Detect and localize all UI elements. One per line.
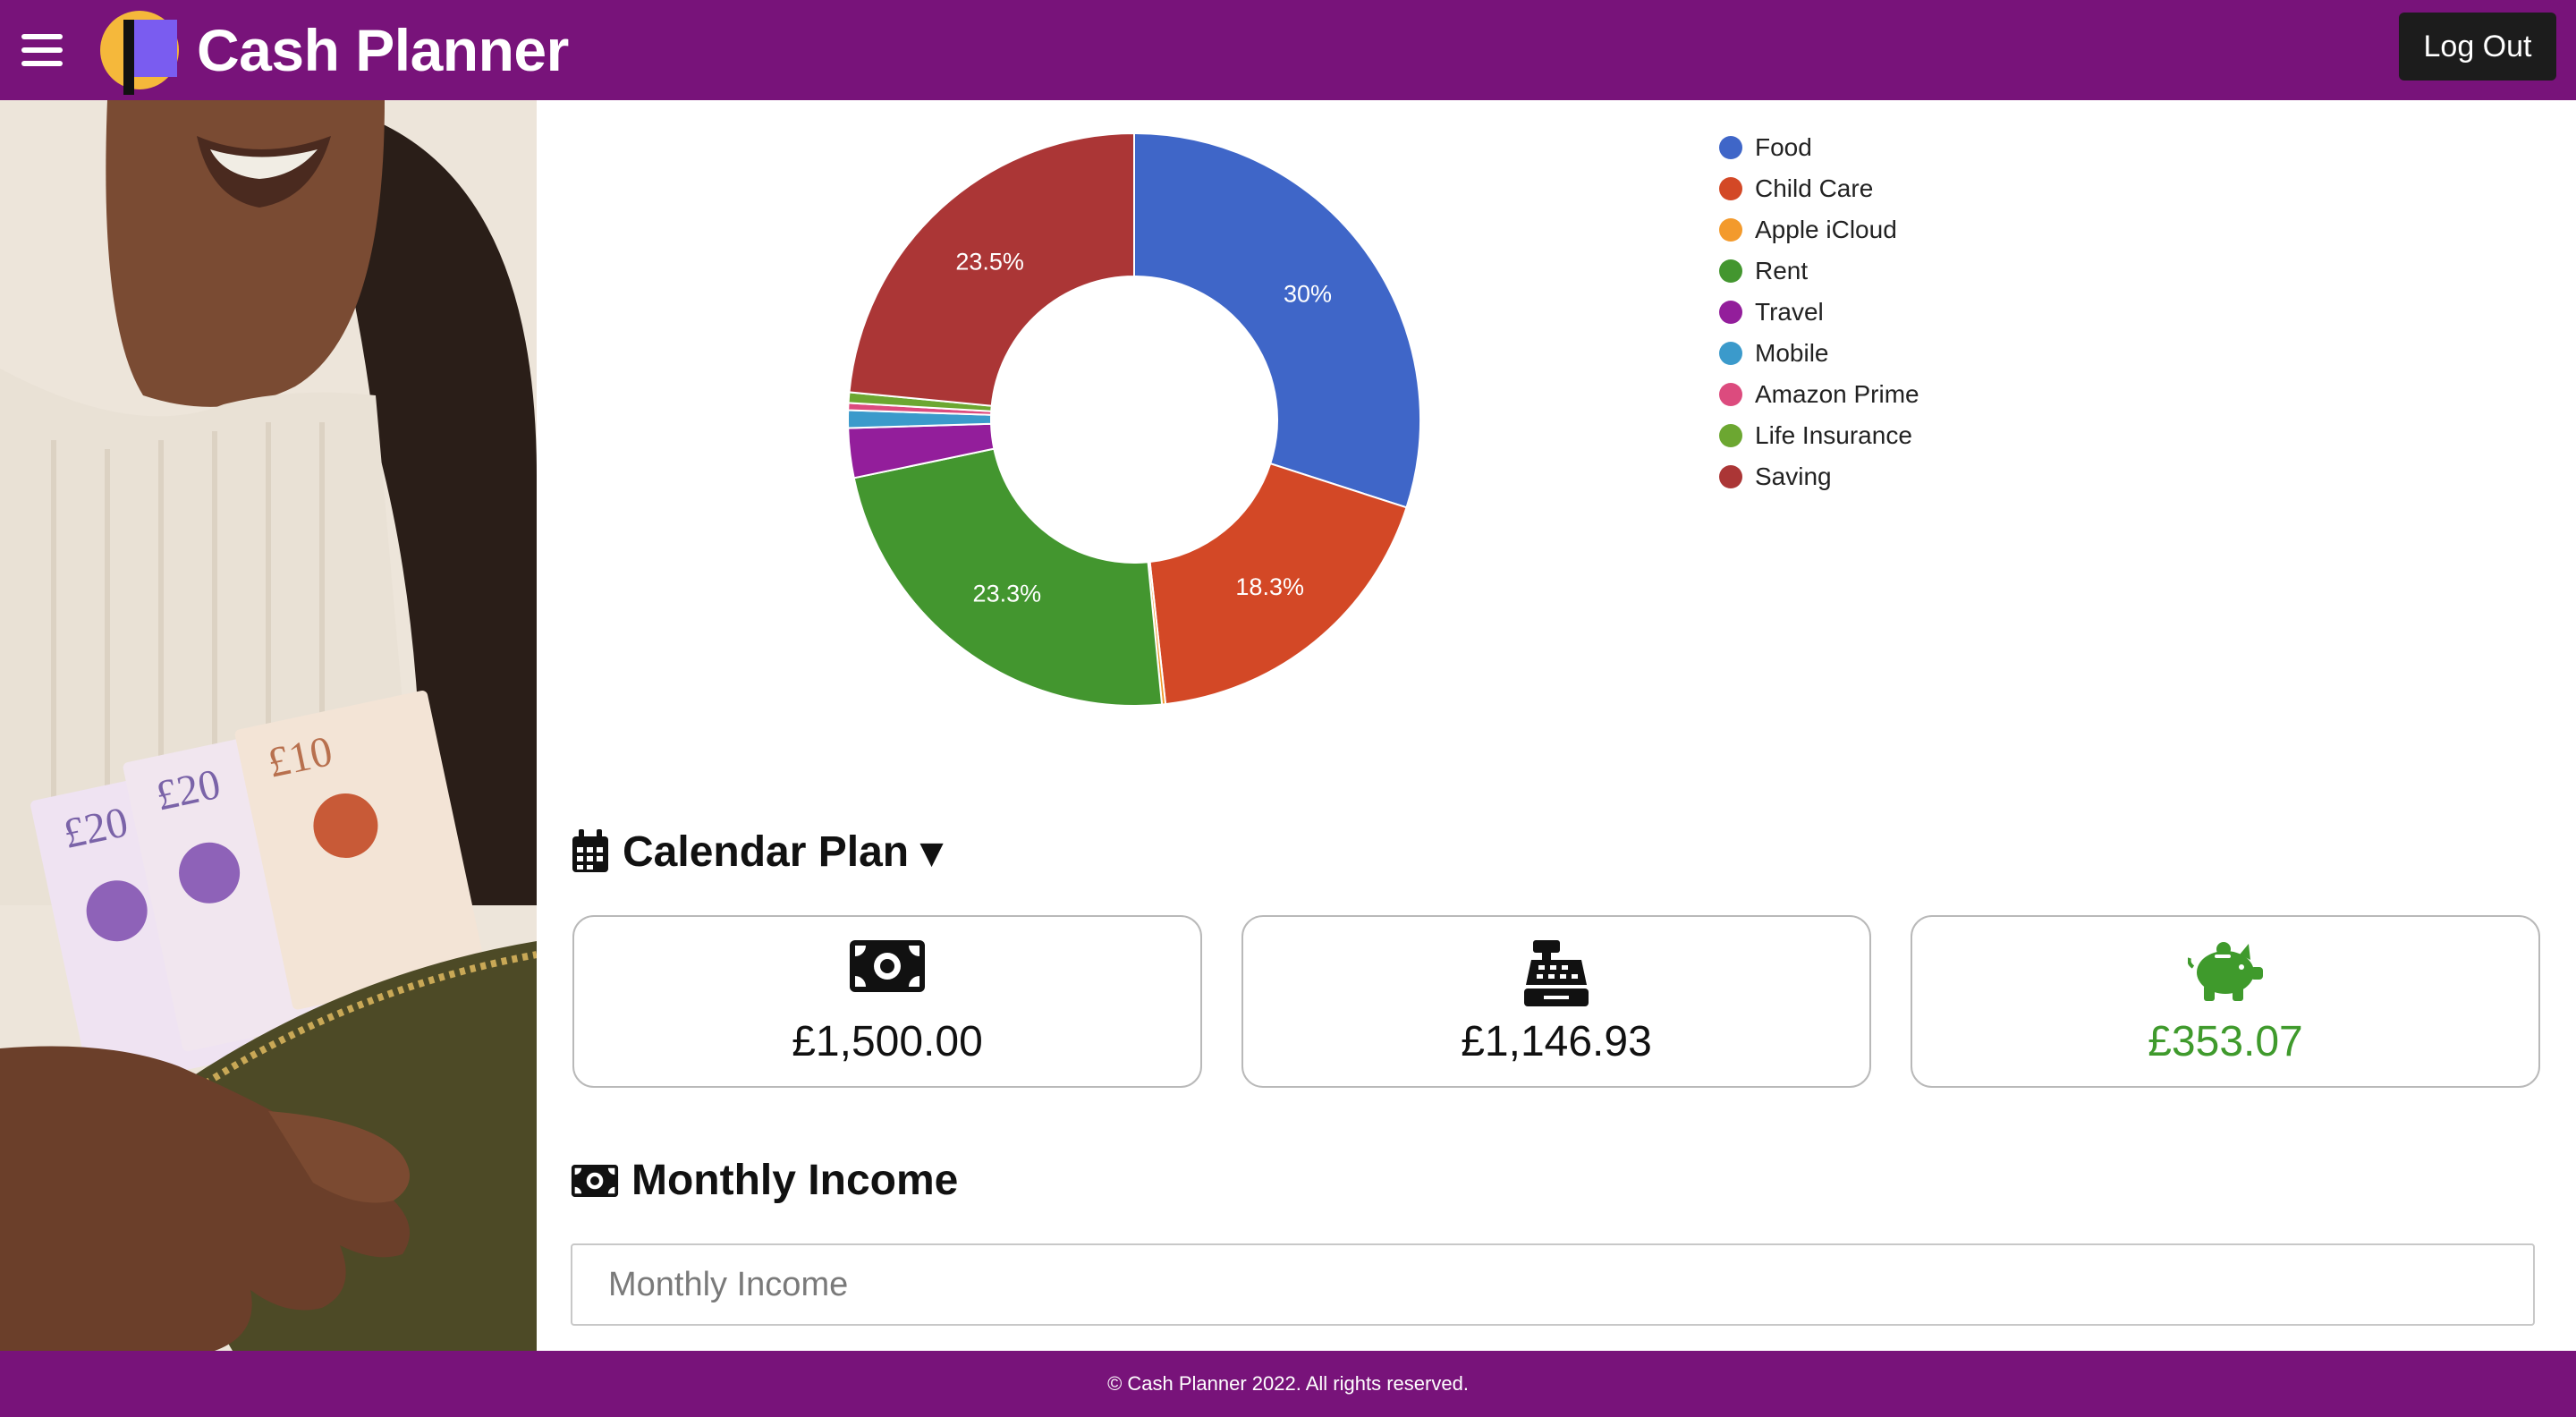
legend-color-dot <box>1719 424 1742 447</box>
legend-item-life-insurance[interactable]: Life Insurance <box>1717 415 1919 456</box>
main-content: 30% 18.3% 23.3% 23.5% Food Child Care Apple i… <box>537 100 2576 1351</box>
legend-item-mobile[interactable]: Mobile <box>1717 333 1919 374</box>
savings-card: £353.07 <box>1911 915 2540 1088</box>
legend-label: Food <box>1755 133 1812 161</box>
legend-item-apple-icloud[interactable]: Apple iCloud <box>1717 209 1919 250</box>
legend-label: Child Care <box>1755 174 1874 202</box>
income-card: £1,500.00 <box>572 915 1202 1088</box>
legend-item-travel[interactable]: Travel <box>1717 292 1919 333</box>
legend-item-amazon-prime[interactable]: Amazon Prime <box>1717 374 1919 415</box>
app-title: Cash Planner <box>197 17 569 83</box>
piggy-bank-icon <box>2188 942 2263 1001</box>
legend-item-saving[interactable]: Saving <box>1717 456 1919 497</box>
savings-total: £353.07 <box>2148 1018 2303 1065</box>
spending-card: £1,146.93 <box>1241 915 1871 1088</box>
legend-color-dot <box>1719 136 1742 159</box>
legend-color-dot <box>1719 342 1742 365</box>
legend-label: Mobile <box>1755 339 1829 367</box>
monthly-income-heading: Monthly Income <box>571 1156 958 1205</box>
donut-data-label: 18.3% <box>1235 573 1304 600</box>
legend-label: Saving <box>1755 462 1832 490</box>
hamburger-menu-icon[interactable] <box>21 25 72 75</box>
calendar-plan-heading[interactable]: Calendar Plan ▾ <box>571 827 943 877</box>
legend-label: Life Insurance <box>1755 421 1912 449</box>
legend-label: Rent <box>1755 257 1809 284</box>
legend-color-dot <box>1719 177 1742 200</box>
legend-color-dot <box>1719 218 1742 242</box>
spending-total: £1,146.93 <box>1461 1018 1652 1065</box>
donut-data-label: 23.5% <box>955 248 1024 275</box>
copyright-text: © Cash Planner 2022. All rights reserved… <box>1107 1372 1469 1395</box>
chart-legend: Food Child Care Apple iCloud Rent Travel Mobi… <box>1717 127 1919 497</box>
legend-color-dot <box>1719 301 1742 324</box>
legend-item-food[interactable]: Food <box>1717 127 1919 168</box>
legend-color-dot <box>1719 465 1742 488</box>
legend-item-child-care[interactable]: Child Care <box>1717 168 1919 209</box>
legend-item-rent[interactable]: Rent <box>1717 250 1919 292</box>
money-bill-icon <box>850 940 925 992</box>
cash-register-icon <box>1524 940 1589 1006</box>
income-total: £1,500.00 <box>792 1018 983 1065</box>
logo-icon <box>100 11 179 95</box>
footer: © Cash Planner 2022. All rights reserved… <box>0 1351 2576 1417</box>
legend-color-dot <box>1719 383 1742 406</box>
monthly-income-input[interactable] <box>571 1243 2535 1326</box>
hero-photo: £20 £20 £10 <box>0 100 537 1351</box>
monthly-income-title: Monthly Income <box>631 1157 959 1204</box>
donut-slice-food[interactable] <box>1133 132 1421 509</box>
legend-label: Amazon Prime <box>1755 380 1919 408</box>
expense-donut-chart: 30% 18.3% 23.3% 23.5% <box>847 132 1421 707</box>
app-header: Cash Planner Log Out <box>0 0 2576 100</box>
legend-label: Travel <box>1755 298 1824 326</box>
legend-label: Apple iCloud <box>1755 216 1897 243</box>
calendar-plan-title: Calendar Plan ▾ <box>623 828 943 876</box>
calendar-icon <box>572 829 608 872</box>
logout-button[interactable]: Log Out <box>2399 13 2556 81</box>
donut-data-label: 23.3% <box>973 580 1042 607</box>
money-bill-icon <box>571 1164 619 1197</box>
donut-data-label: 30% <box>1284 281 1332 308</box>
legend-color-dot <box>1719 259 1742 283</box>
donut-slice-rent[interactable] <box>852 447 1164 707</box>
